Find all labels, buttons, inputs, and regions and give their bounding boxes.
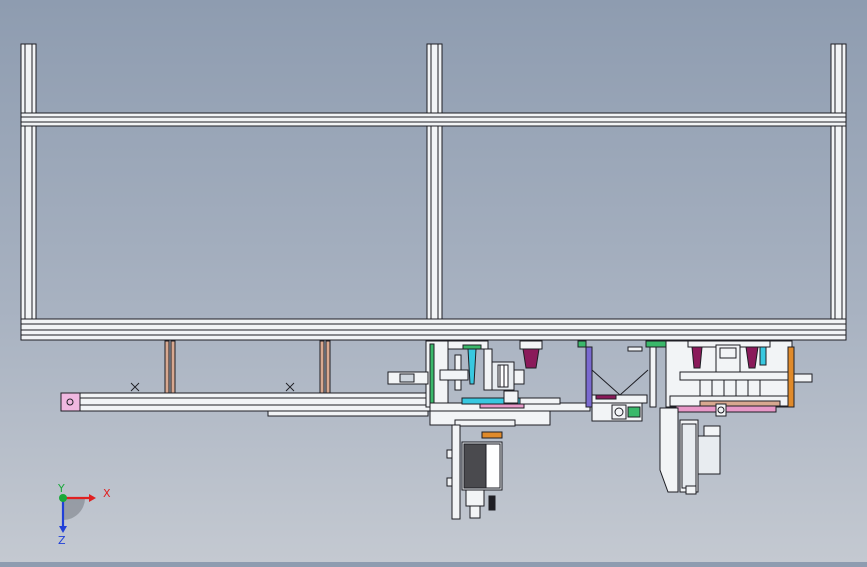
rail-end-cap (60, 392, 81, 412)
y-axis-dot (59, 494, 67, 502)
mechanism-base-plate (429, 390, 591, 427)
frame-post-left (20, 43, 37, 341)
frame-post-right (830, 43, 847, 341)
frame-lower-beam (20, 318, 847, 341)
assembly-drawing: X Y Z (20, 43, 847, 547)
frame-post-middle (426, 43, 443, 341)
triad-quadrant (63, 498, 85, 520)
x-axis-label: X (103, 487, 111, 500)
y-axis-label: Y (57, 482, 65, 495)
coordinate-triad: X Y Z (57, 482, 111, 547)
rail-clamp-1 (130, 382, 140, 392)
mechanism-right-module (665, 340, 813, 417)
vertical-actuator (446, 424, 503, 520)
cad-viewport[interactable]: X Y Z (0, 0, 867, 562)
rail-clamp-2 (285, 382, 295, 392)
funnel-bracket (577, 340, 667, 422)
lower-bracket-motor (659, 407, 721, 495)
linear-rail (79, 392, 431, 417)
hanger-rod-1 (164, 340, 176, 394)
hanger-rod-2 (319, 340, 331, 394)
frame-upper-beam (20, 112, 847, 127)
z-axis-label: Z (58, 534, 66, 547)
